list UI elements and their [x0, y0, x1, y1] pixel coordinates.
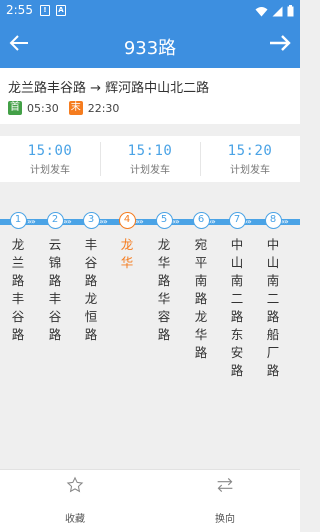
service-hours: 首 05:30 末 22:30 — [8, 101, 119, 115]
schedule-label: 计划发车 — [230, 165, 270, 176]
last-bus-time: 22:30 — [87, 101, 120, 115]
notification-box-icon: ! — [40, 5, 50, 16]
wifi-icon — [255, 6, 268, 16]
stop-number[interactable]: 8 — [264, 212, 282, 229]
stop-name: 中山南二路东安路 — [230, 237, 244, 378]
stop-name: 龙华 — [120, 237, 134, 270]
reverse-direction-button[interactable]: 换向 — [150, 470, 300, 532]
stop-name: 丰谷路龙恒路 — [84, 237, 98, 342]
schedule-item: 15:20 计划发车 — [200, 136, 300, 182]
first-bus-time: 05:30 — [27, 101, 59, 115]
schedule-item: 15:10 计划发车 — [100, 136, 200, 182]
stop-number[interactable]: 3 — [82, 212, 100, 229]
bus-stop[interactable]: 7 中山南二路东安路 — [219, 212, 255, 380]
schedule-time: 15:10 — [127, 143, 173, 159]
page-title: 933路 — [123, 38, 177, 59]
stop-name: 宛平南路龙华路 — [194, 237, 208, 360]
stop-number[interactable]: 5 — [155, 212, 173, 229]
schedule-item: 15:00 计划发车 — [0, 136, 100, 182]
reverse-label: 换向 — [215, 514, 235, 525]
bus-stop[interactable]: 6 宛平南路龙华路 — [183, 212, 219, 362]
route-info: 龙兰路丰谷路 → 辉河路中山北二路 首 05:30 末 22:30 — [0, 68, 300, 124]
bus-stop[interactable]: 1 龙兰路丰谷路 — [0, 212, 36, 344]
route-direction: 龙兰路丰谷路 → 辉河路中山北二路 — [8, 81, 210, 96]
schedule-label: 计划发车 — [130, 165, 170, 176]
stop-number[interactable]: 2 — [46, 212, 64, 229]
status-bar: 2:55 ! A — [0, 0, 300, 22]
first-bus-badge: 首 — [8, 101, 22, 115]
star-icon — [66, 476, 84, 493]
stop-name: 中山南二路船厂路 — [266, 237, 280, 378]
bus-stop-current[interactable]: 4 龙华 — [109, 212, 145, 272]
signal-icon — [272, 6, 283, 16]
stop-name: 龙兰路丰谷路 — [11, 237, 25, 342]
schedule-time: 15:00 — [27, 143, 73, 159]
bus-stop[interactable]: 5 龙华路华容路 — [146, 212, 182, 344]
last-bus-badge: 末 — [68, 101, 83, 115]
favorite-button[interactable]: 收藏 — [0, 470, 150, 532]
forward-arrow-icon[interactable] — [268, 32, 292, 54]
stop-number[interactable]: 4 — [118, 212, 136, 229]
departure-schedule: 15:00 计划发车 15:10 计划发车 15:20 计划发车 — [0, 136, 300, 182]
text-box-icon: A — [56, 5, 66, 16]
bottom-toolbar: 收藏 换向 — [0, 469, 300, 532]
app-bar: 933路 — [0, 22, 300, 68]
stop-name: 云锦路丰谷路 — [48, 237, 62, 342]
schedule-label: 计划发车 — [30, 165, 70, 176]
bus-stop[interactable]: 8 中山南二路船厂路 — [255, 212, 291, 380]
stop-name: 龙华路华容路 — [157, 237, 171, 342]
status-time: 2:55 — [6, 3, 33, 17]
stop-number[interactable]: 1 — [9, 212, 27, 229]
stop-number[interactable]: 7 — [228, 212, 246, 229]
swap-icon — [217, 478, 233, 492]
stop-number[interactable]: 6 — [192, 212, 210, 229]
favorite-label: 收藏 — [65, 514, 85, 525]
battery-icon — [287, 5, 294, 17]
bus-stop[interactable]: 3 丰谷路龙恒路 — [73, 212, 109, 344]
stops-diagram: »» »» »» »» »» »» »» »» 1 龙兰路丰谷路 2 云锦路丰谷… — [0, 182, 300, 469]
schedule-time: 15:20 — [227, 143, 273, 159]
bus-stop[interactable]: 2 云锦路丰谷路 — [37, 212, 73, 344]
